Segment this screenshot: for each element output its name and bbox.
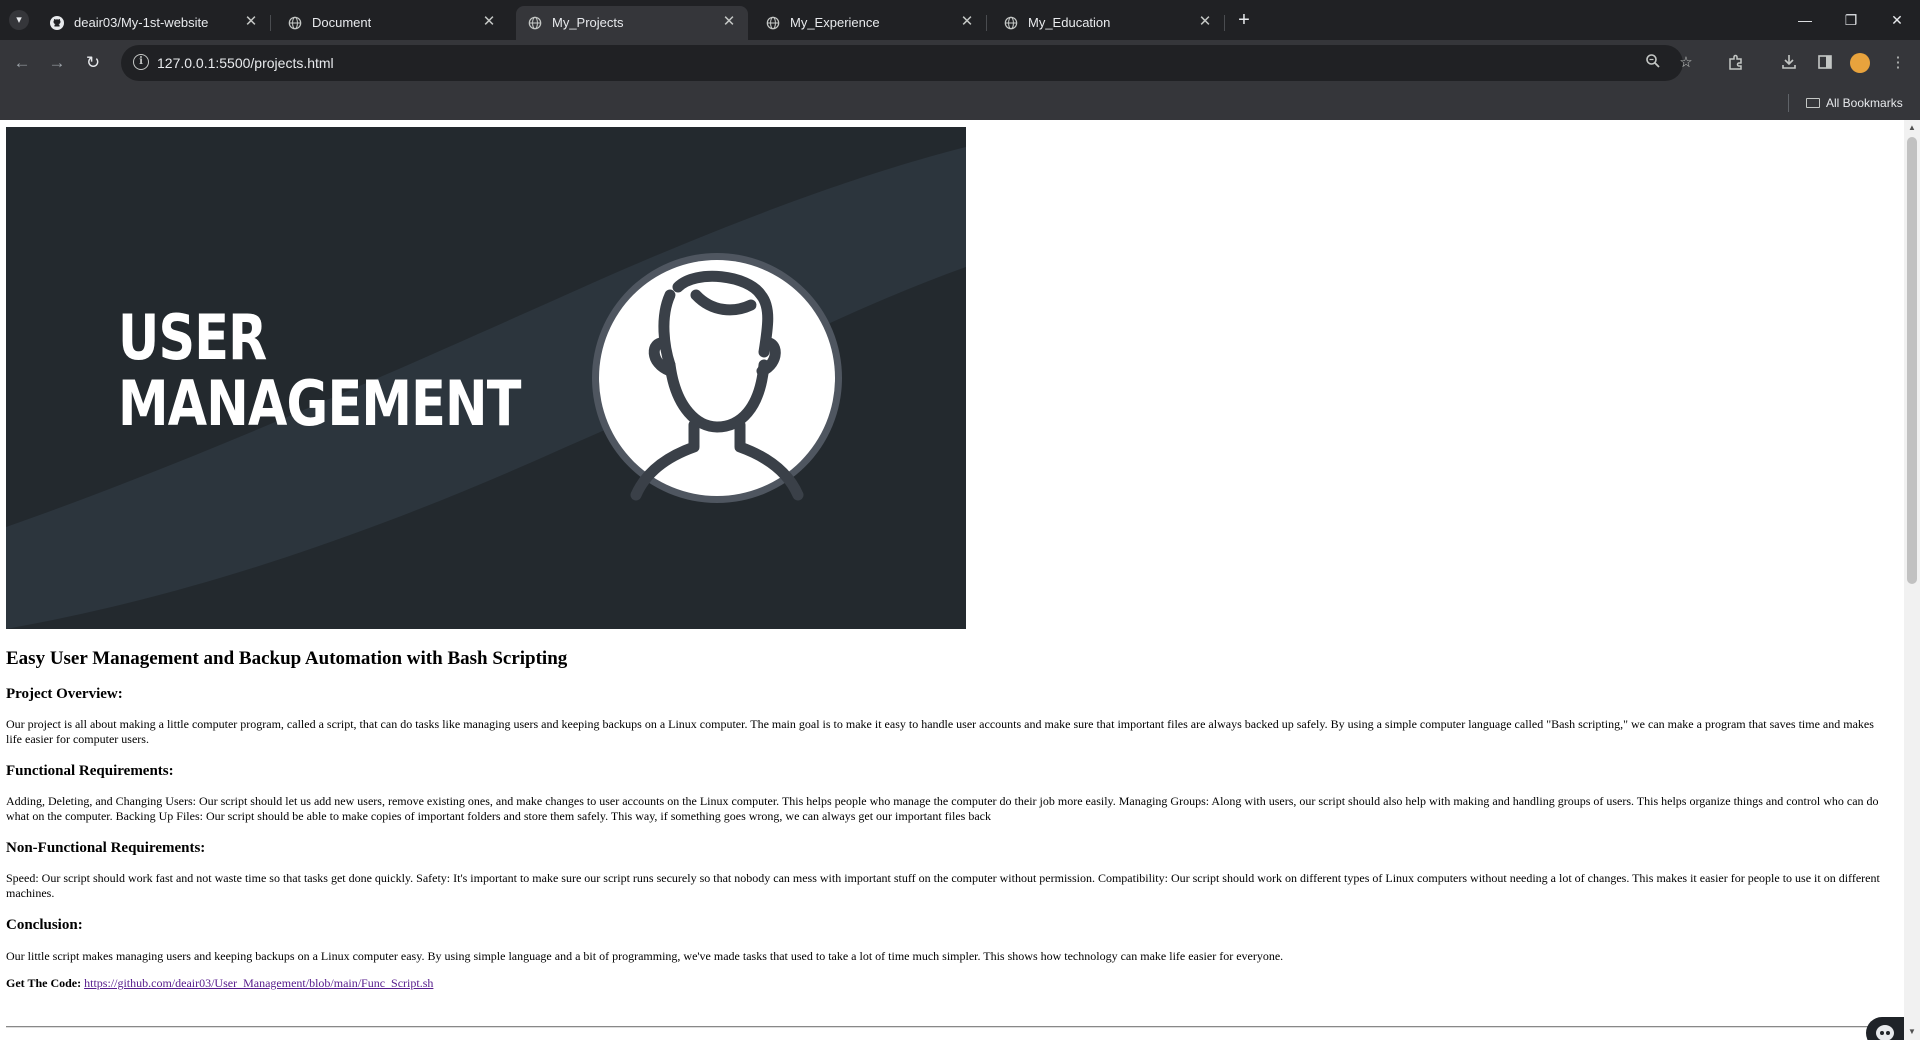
tab-separator	[1224, 15, 1225, 31]
close-tab-icon[interactable]: ✕	[480, 13, 498, 31]
tab-github[interactable]: deair03/My-1st-website ✕	[38, 6, 271, 40]
menu-kebab-icon[interactable]: ⋮	[1888, 53, 1908, 73]
conclusion-heading: Conclusion:	[6, 917, 83, 933]
tab-document[interactable]: Document ✕	[276, 6, 508, 40]
code-link[interactable]: https://github.com/deair03/User_Manageme…	[84, 976, 433, 990]
restore-icon[interactable]: ❐	[1828, 0, 1874, 40]
all-bookmarks-label: All Bookmarks	[1826, 96, 1903, 110]
tab-separator	[270, 15, 271, 31]
functional-requirements-heading: Functional Requirements:	[6, 763, 174, 779]
forward-icon[interactable]: →	[45, 51, 69, 75]
zoom-icon[interactable]	[1643, 53, 1663, 73]
back-icon[interactable]: ←	[10, 51, 34, 75]
functional-requirements-text: Adding, Deleting, and Changing Users: Ou…	[6, 794, 1879, 823]
tab-my-education[interactable]: My_Education ✕	[992, 6, 1225, 40]
profile-avatar[interactable]	[1850, 53, 1870, 73]
folder-icon	[1806, 98, 1820, 108]
close-tab-icon[interactable]: ✕	[720, 13, 738, 31]
tab-my-experience[interactable]: My_Experience ✕	[754, 6, 987, 40]
tab-title: My_Projects	[552, 15, 624, 30]
github-icon	[50, 16, 64, 30]
tab-strip: ▾ deair03/My-1st-website ✕ Document ✕ My…	[0, 0, 1920, 40]
tab-title: Document	[312, 15, 372, 30]
globe-icon	[766, 16, 780, 30]
hero-banner-image: USER MANAGEMENT	[6, 127, 966, 629]
new-tab-icon[interactable]: +	[1232, 8, 1256, 32]
tab-separator	[986, 15, 987, 31]
hero-title: USER MANAGEMENT	[118, 305, 521, 437]
close-tab-icon[interactable]: ✕	[1196, 13, 1214, 31]
page-scrollbar[interactable]: ▲ ▼	[1904, 120, 1920, 1040]
reload-icon[interactable]: ↻	[81, 51, 105, 75]
extensions-icon[interactable]	[1726, 53, 1746, 73]
non-functional-requirements-heading: Non-Functional Requirements:	[6, 840, 206, 856]
browser-toolbar: ← → ↻ i 127.0.0.1:5500/projects.html ☆ ⋮	[0, 40, 1920, 86]
close-tab-icon[interactable]: ✕	[242, 13, 260, 31]
chat-bot-icon	[1876, 1025, 1894, 1040]
page-title: Easy User Management and Backup Automati…	[6, 648, 568, 669]
site-info-icon[interactable]: i	[133, 54, 149, 70]
side-panel-icon[interactable]	[1815, 53, 1835, 73]
get-code-label: Get The Code:	[6, 976, 82, 990]
non-functional-requirements-text: Speed: Our script should work fast and n…	[6, 871, 1880, 900]
hero-title-line2: MANAGEMENT	[118, 367, 521, 440]
tab-my-projects[interactable]: My_Projects ✕	[516, 6, 748, 40]
scrollbar-thumb[interactable]	[1907, 137, 1917, 584]
tab-search-icon[interactable]: ▾	[9, 10, 29, 30]
magnifier-icon	[1646, 54, 1660, 68]
downloads-icon[interactable]	[1779, 53, 1799, 73]
scroll-down-arrow-icon[interactable]: ▼	[1904, 1024, 1920, 1040]
hero-title-line1: USER	[118, 301, 267, 374]
page-viewport: USER MANAGEMENT Easy User Management and…	[0, 120, 1904, 1040]
globe-icon	[1004, 16, 1018, 30]
chat-widget-button[interactable]	[1866, 1017, 1904, 1040]
address-bar[interactable]: i 127.0.0.1:5500/projects.html ☆	[121, 45, 1693, 81]
panel-icon	[1818, 55, 1832, 69]
project-overview-heading: Project Overview:	[6, 686, 123, 702]
globe-icon	[288, 16, 302, 30]
all-bookmarks-button[interactable]: All Bookmarks	[1806, 92, 1903, 114]
puzzle-icon	[1729, 54, 1742, 70]
conclusion-text: Our little script makes managing users a…	[6, 949, 1284, 963]
horizontal-rule	[6, 1026, 1896, 1028]
download-arrow-icon	[1782, 55, 1796, 69]
scroll-up-arrow-icon[interactable]: ▲	[1904, 120, 1920, 136]
minimize-icon[interactable]: —	[1782, 0, 1828, 40]
tab-title: My_Education	[1028, 15, 1111, 30]
bookmarks-bar: All Bookmarks	[0, 86, 1920, 120]
bookmarks-divider	[1788, 94, 1789, 112]
get-code-line: Get The Code: https://github.com/deair03…	[6, 976, 1886, 991]
globe-icon	[528, 16, 542, 30]
tab-title: deair03/My-1st-website	[74, 15, 209, 30]
tab-title: My_Experience	[790, 15, 880, 30]
url-text[interactable]: 127.0.0.1:5500/projects.html	[157, 55, 334, 71]
bookmark-star-icon[interactable]: ☆	[1676, 53, 1696, 73]
project-overview-text: Our project is all about making a little…	[6, 717, 1874, 746]
window-close-icon[interactable]: ✕	[1874, 0, 1920, 40]
close-tab-icon[interactable]: ✕	[958, 13, 976, 31]
